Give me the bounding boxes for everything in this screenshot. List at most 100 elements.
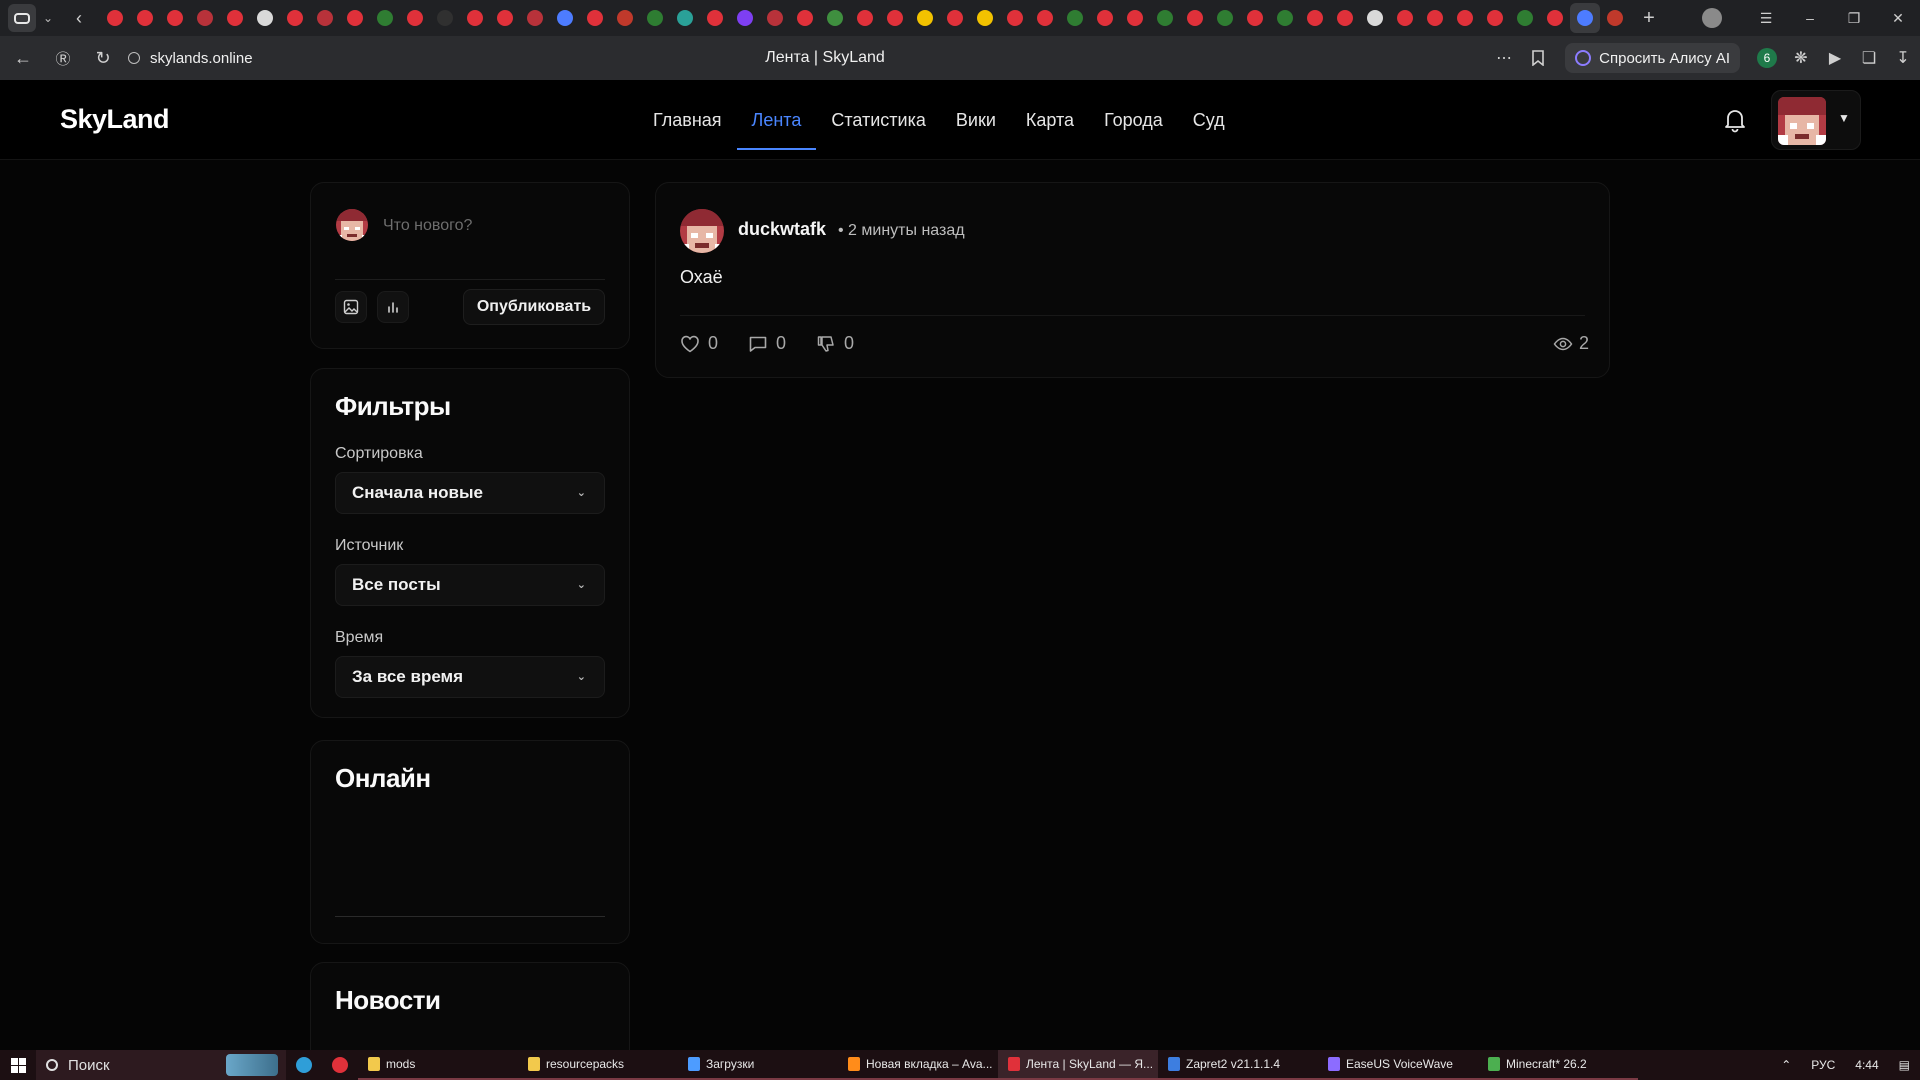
pinned-tab[interactable]: [1060, 3, 1090, 33]
pinned-tab[interactable]: [580, 3, 610, 33]
pinned-tab[interactable]: [310, 3, 340, 33]
pinned-tab[interactable]: [550, 3, 580, 33]
pinned-tab[interactable]: [700, 3, 730, 33]
pinned-tab[interactable]: [1600, 3, 1630, 33]
more-icon[interactable]: ⋯: [1487, 41, 1521, 75]
pinned-tab[interactable]: [640, 3, 670, 33]
pinned-tab[interactable]: [1150, 3, 1180, 33]
pinned-tab[interactable]: [1360, 3, 1390, 33]
pinned-tab[interactable]: [880, 3, 910, 33]
reload-button[interactable]: ↻: [86, 41, 120, 75]
site-logo[interactable]: SkyLand: [60, 104, 170, 135]
tabs-menu-button[interactable]: [8, 4, 36, 32]
pinned-tab[interactable]: [670, 3, 700, 33]
pinned-tab[interactable]: [1330, 3, 1360, 33]
post-author[interactable]: duckwtafk: [738, 219, 826, 240]
close-window-button[interactable]: ✕: [1876, 10, 1920, 27]
pinned-tab[interactable]: [1120, 3, 1150, 33]
pinned-tab[interactable]: [1210, 3, 1240, 33]
pinned-tab[interactable]: [280, 3, 310, 33]
pinned-tab[interactable]: [1540, 3, 1570, 33]
add-poll-button[interactable]: [377, 291, 409, 323]
downloads-icon[interactable]: ↧: [1886, 41, 1920, 75]
tabs-scroll-left-button[interactable]: ‹: [66, 4, 92, 32]
pinned-tab[interactable]: [250, 3, 280, 33]
nav-item[interactable]: Вики: [941, 80, 1011, 160]
pinned-tab[interactable]: [100, 3, 130, 33]
taskbar-app[interactable]: Загрузки: [678, 1050, 838, 1080]
back-button[interactable]: ←: [6, 41, 40, 75]
post-author-avatar[interactable]: [680, 209, 724, 253]
pinned-tab[interactable]: [790, 3, 820, 33]
bookmark-icon[interactable]: [1521, 41, 1555, 75]
new-tab-button[interactable]: +: [1636, 5, 1662, 31]
comment-button[interactable]: 0: [748, 333, 786, 354]
taskbar-app[interactable]: Minecraft* 26.2: [1478, 1050, 1638, 1080]
taskbar-app[interactable]: Новая вкладка – Ava...: [838, 1050, 998, 1080]
pinned-tab[interactable]: [490, 3, 520, 33]
sort-select[interactable]: Сначала новые ⌄: [335, 472, 605, 514]
start-button[interactable]: [0, 1050, 36, 1080]
user-menu-button[interactable]: ▼: [1771, 90, 1861, 150]
pinned-tab[interactable]: [430, 3, 460, 33]
yandex-home-button[interactable]: Ⓡ: [46, 41, 80, 75]
pinned-tab[interactable]: [850, 3, 880, 33]
pinned-tab[interactable]: [160, 3, 190, 33]
ask-alice-button[interactable]: Спросить Алису AI: [1565, 43, 1740, 73]
nav-item[interactable]: Суд: [1178, 80, 1240, 160]
composer-input[interactable]: Что нового?: [383, 217, 472, 235]
extensions-icon[interactable]: ❋: [1784, 41, 1818, 75]
pinned-tab[interactable]: [610, 3, 640, 33]
pinned-tab[interactable]: [1180, 3, 1210, 33]
pinned-tab[interactable]: [1480, 3, 1510, 33]
taskbar-app[interactable]: mods: [358, 1050, 518, 1080]
nav-item[interactable]: Статистика: [816, 80, 941, 160]
pinned-tab[interactable]: [1570, 3, 1600, 33]
pinned-tab[interactable]: [820, 3, 850, 33]
pinned-tab[interactable]: [970, 3, 1000, 33]
pinned-tab[interactable]: [1270, 3, 1300, 33]
nav-item[interactable]: Лента: [736, 80, 817, 160]
like-button[interactable]: 0: [680, 333, 718, 354]
pinned-tab[interactable]: [730, 3, 760, 33]
chevron-down-icon[interactable]: ⌄: [36, 4, 60, 32]
tray-expand-icon[interactable]: ⌃: [1781, 1058, 1791, 1072]
minimize-button[interactable]: –: [1788, 10, 1832, 26]
pinned-tab[interactable]: [1390, 3, 1420, 33]
media-icon[interactable]: ▶: [1818, 41, 1852, 75]
taskbar-search[interactable]: Поиск: [36, 1050, 286, 1080]
notifications-icon[interactable]: ▤: [1899, 1058, 1910, 1072]
yandex-taskbar-icon[interactable]: [322, 1050, 358, 1080]
attach-image-button[interactable]: [335, 291, 367, 323]
pinned-tab[interactable]: [1510, 3, 1540, 33]
extension-badge[interactable]: 6: [1750, 41, 1784, 75]
site-info-icon[interactable]: [128, 52, 140, 64]
pinned-tab[interactable]: [400, 3, 430, 33]
nav-item[interactable]: Города: [1089, 80, 1178, 160]
nav-item[interactable]: Карта: [1011, 80, 1089, 160]
notifications-bell-icon[interactable]: [1722, 106, 1748, 134]
menu-icon[interactable]: ☰: [1744, 10, 1788, 27]
pinned-tab[interactable]: [940, 3, 970, 33]
url-field[interactable]: skylands.online: [128, 50, 253, 67]
nav-item[interactable]: Главная: [638, 80, 737, 160]
pinned-tab[interactable]: [760, 3, 790, 33]
pinned-tab[interactable]: [220, 3, 250, 33]
pinned-tab[interactable]: [1420, 3, 1450, 33]
pinned-tab[interactable]: [1000, 3, 1030, 33]
pinned-tab[interactable]: [340, 3, 370, 33]
pinned-tab[interactable]: [1090, 3, 1120, 33]
pinned-tab[interactable]: [460, 3, 490, 33]
pinned-tab[interactable]: [370, 3, 400, 33]
pinned-tab[interactable]: [190, 3, 220, 33]
edge-taskbar-icon[interactable]: [286, 1050, 322, 1080]
taskbar-app[interactable]: Zapret2 v21.1.1.4: [1158, 1050, 1318, 1080]
pinned-tab[interactable]: [1300, 3, 1330, 33]
restore-button[interactable]: ❐: [1832, 10, 1876, 27]
collections-icon[interactable]: ❏: [1852, 41, 1886, 75]
taskbar-app[interactable]: resourcepacks: [518, 1050, 678, 1080]
time-select[interactable]: За все время ⌄: [335, 656, 605, 698]
publish-button[interactable]: Опубликовать: [463, 289, 605, 325]
profile-avatar[interactable]: [1702, 8, 1722, 28]
dislike-button[interactable]: 0: [816, 333, 854, 354]
